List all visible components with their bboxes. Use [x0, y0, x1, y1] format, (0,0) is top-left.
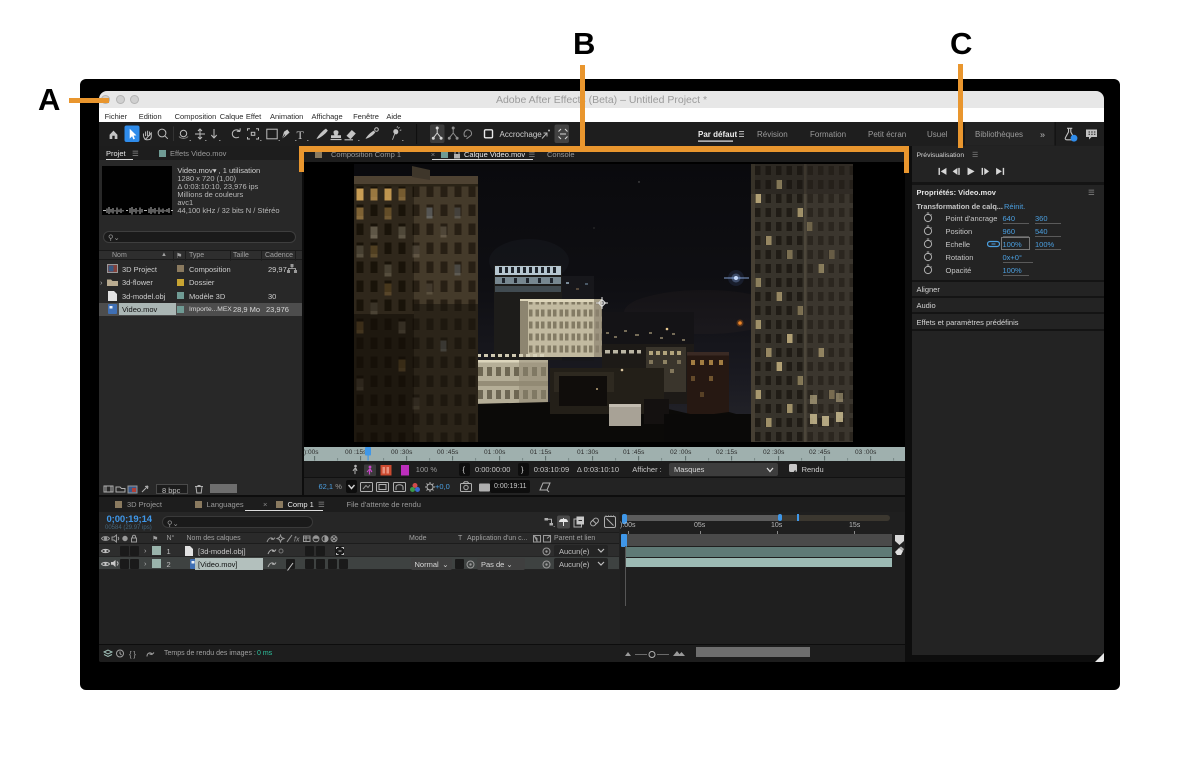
- svg-text:Révision: Révision: [757, 130, 788, 139]
- svg-text:02 :15s: 02 :15s: [716, 449, 738, 456]
- svg-text:02 :30s: 02 :30s: [763, 449, 785, 456]
- svg-text:02 :00s: 02 :00s: [670, 449, 692, 456]
- svg-text:00 :30s: 00 :30s: [391, 449, 413, 456]
- svg-text:»: »: [1040, 130, 1045, 140]
- svg-text:Petit écran: Petit écran: [868, 130, 906, 139]
- svg-text:):00s: ):00s: [304, 449, 319, 456]
- svg-text:{ }: { }: [129, 650, 136, 659]
- svg-text:02 :45s: 02 :45s: [809, 449, 831, 456]
- svg-text:fx: fx: [294, 537, 300, 544]
- svg-text:Accrochage: Accrochage: [500, 130, 543, 139]
- svg-text:01 :00s: 01 :00s: [484, 449, 506, 456]
- svg-text:T: T: [297, 128, 305, 142]
- svg-text:01 :45s: 01 :45s: [623, 449, 645, 456]
- svg-text:03 :00s: 03 :00s: [855, 449, 877, 456]
- svg-text:00 :45s: 00 :45s: [437, 449, 459, 456]
- svg-text:Formation: Formation: [810, 130, 846, 139]
- svg-text:Usuel: Usuel: [927, 130, 948, 139]
- svg-text:00 :15s: 00 :15s: [345, 449, 367, 456]
- svg-text:Par défaut: Par défaut: [698, 130, 737, 139]
- svg-text:01 :15s: 01 :15s: [530, 449, 552, 456]
- svg-text:01 :30s: 01 :30s: [577, 449, 599, 456]
- svg-text:Bibliothèques: Bibliothèques: [975, 130, 1023, 139]
